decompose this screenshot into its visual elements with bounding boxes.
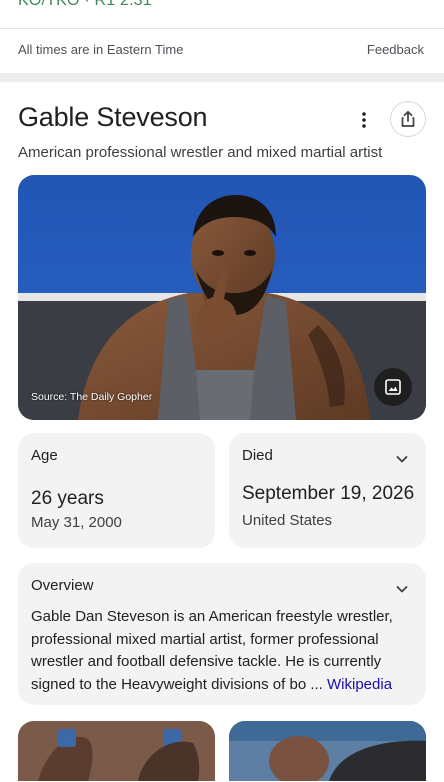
more-options-button[interactable] <box>352 106 376 134</box>
section-divider <box>0 74 444 82</box>
fact-age: Age 26 years May 31, 2000 <box>18 433 215 548</box>
fact-age-birthdate: May 31, 2000 <box>31 514 122 531</box>
previous-result-strip: KO/TKO · R1 2:31 <box>0 0 444 29</box>
view-images-button[interactable] <box>374 368 412 406</box>
thumbnail-photo <box>229 721 426 781</box>
wikipedia-link[interactable]: Wikipedia <box>327 676 392 693</box>
fact-died-label: Died <box>242 447 273 464</box>
fact-age-label: Age <box>31 447 58 464</box>
share-button[interactable] <box>390 101 426 137</box>
feedback-link[interactable]: Feedback <box>367 42 424 57</box>
fact-died[interactable]: Died September 19, 2026 United States <box>229 433 426 548</box>
more-vert-icon <box>362 112 366 128</box>
fact-died-place: United States <box>242 512 333 529</box>
panel-subtitle: American professional wrestler and mixed… <box>18 144 383 161</box>
thumbnail-photo <box>18 721 215 781</box>
image-thumbnail[interactable] <box>229 721 426 781</box>
hero-photo[interactable]: Source: The Daily Gopher <box>18 175 426 420</box>
images-icon <box>385 379 401 395</box>
overview-heading: Overview <box>31 577 94 594</box>
panel-title: Gable Steveson <box>18 102 208 132</box>
wrestler-photo <box>18 175 426 420</box>
timezone-note: All times are in Eastern Time <box>18 42 184 57</box>
share-icon <box>401 110 415 127</box>
knowledge-panel: Gable Steveson American professional wre… <box>0 82 444 782</box>
times-bar: All times are in Eastern Time Feedback <box>0 29 444 74</box>
fact-died-value: September 19, 2026 <box>242 483 415 504</box>
image-source: Source: The Daily Gopher <box>31 391 153 403</box>
chevron-down-icon <box>396 586 408 593</box>
overview-section[interactable]: Overview Gable Dan Steveson is an Americ… <box>18 563 426 705</box>
result-line: KO/TKO · R1 2:31 <box>18 0 152 9</box>
overview-text: Gable Dan Steveson is an American freest… <box>31 606 417 696</box>
fact-age-value: 26 years <box>31 488 104 509</box>
chevron-down-icon <box>396 456 408 463</box>
image-thumbnail[interactable] <box>18 721 215 781</box>
